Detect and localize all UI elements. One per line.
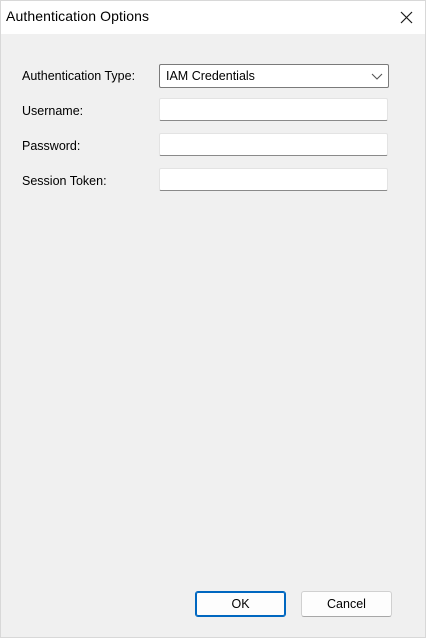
close-button[interactable]	[387, 1, 425, 33]
authentication-options-dialog: Authentication Options Authentication Ty…	[0, 0, 426, 638]
auth-type-label: Authentication Type:	[22, 69, 136, 83]
password-field[interactable]	[159, 133, 388, 156]
username-field[interactable]	[159, 98, 388, 121]
cancel-button[interactable]: Cancel	[301, 591, 392, 617]
chevron-down-icon	[371, 73, 383, 80]
password-label: Password:	[22, 139, 81, 153]
window-title: Authentication Options	[6, 8, 150, 24]
auth-type-selected-value: IAM Credentials	[166, 69, 255, 83]
ok-button[interactable]: OK	[195, 591, 286, 617]
auth-type-select[interactable]: IAM Credentials	[159, 64, 389, 88]
session-token-field[interactable]	[159, 168, 388, 191]
title-bar: Authentication Options	[1, 1, 425, 34]
username-label: Username:	[22, 104, 84, 118]
session-token-label: Session Token:	[22, 174, 107, 188]
close-icon	[400, 11, 412, 23]
